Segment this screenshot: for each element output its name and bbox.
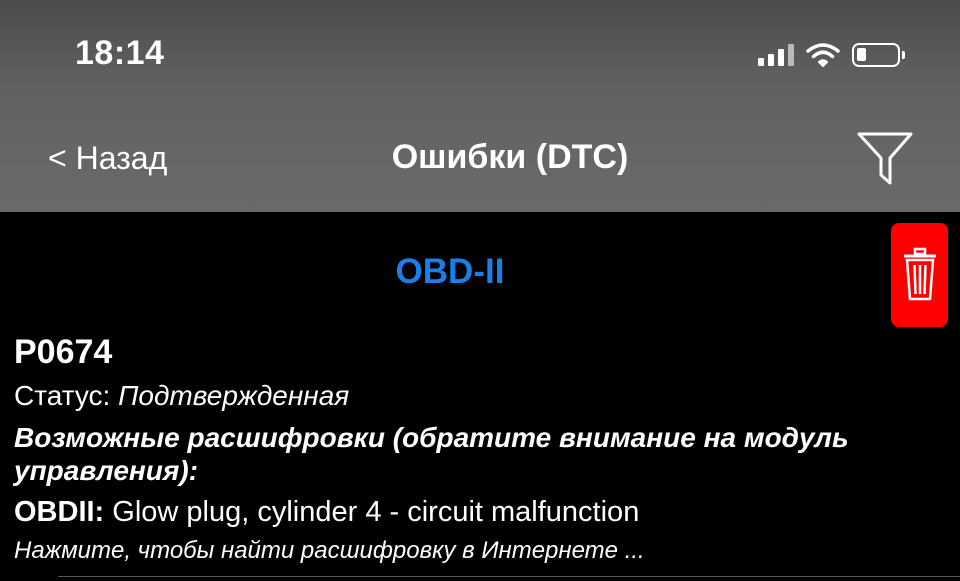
obd-text: Glow plug, cylinder 4 - circuit malfunct… bbox=[104, 496, 640, 528]
battery-icon bbox=[852, 43, 905, 67]
section-title: OBD-II bbox=[395, 252, 505, 291]
wifi-icon bbox=[806, 43, 840, 67]
signal-icon bbox=[758, 44, 794, 66]
back-button[interactable]: < Назад bbox=[48, 140, 167, 177]
search-online-link[interactable]: Нажмите, чтобы найти расшифровку в Интер… bbox=[14, 537, 645, 565]
page-title: Ошибки (DTC) bbox=[391, 138, 629, 176]
obd-description: OBDII: Glow plug, cylinder 4 - circuit m… bbox=[14, 496, 639, 529]
error-status: Статус: Подтвержденная bbox=[14, 380, 349, 412]
description-title: Возможные расшифровки (обратите внимание… bbox=[14, 422, 849, 486]
status-icons bbox=[758, 40, 905, 70]
status-label: Статус: bbox=[14, 380, 119, 411]
obd-label: OBDII: bbox=[14, 496, 105, 528]
trash-icon bbox=[903, 247, 936, 301]
delete-button[interactable] bbox=[891, 223, 948, 327]
status-value: Подтвержденная bbox=[118, 380, 350, 411]
nav-header: 18:14 < Назад Ошибки (DTC) bbox=[0, 0, 960, 212]
error-code: P0674 bbox=[14, 333, 113, 371]
divider bbox=[58, 576, 960, 577]
status-time: 18:14 bbox=[75, 34, 165, 72]
filter-icon[interactable] bbox=[856, 130, 914, 188]
